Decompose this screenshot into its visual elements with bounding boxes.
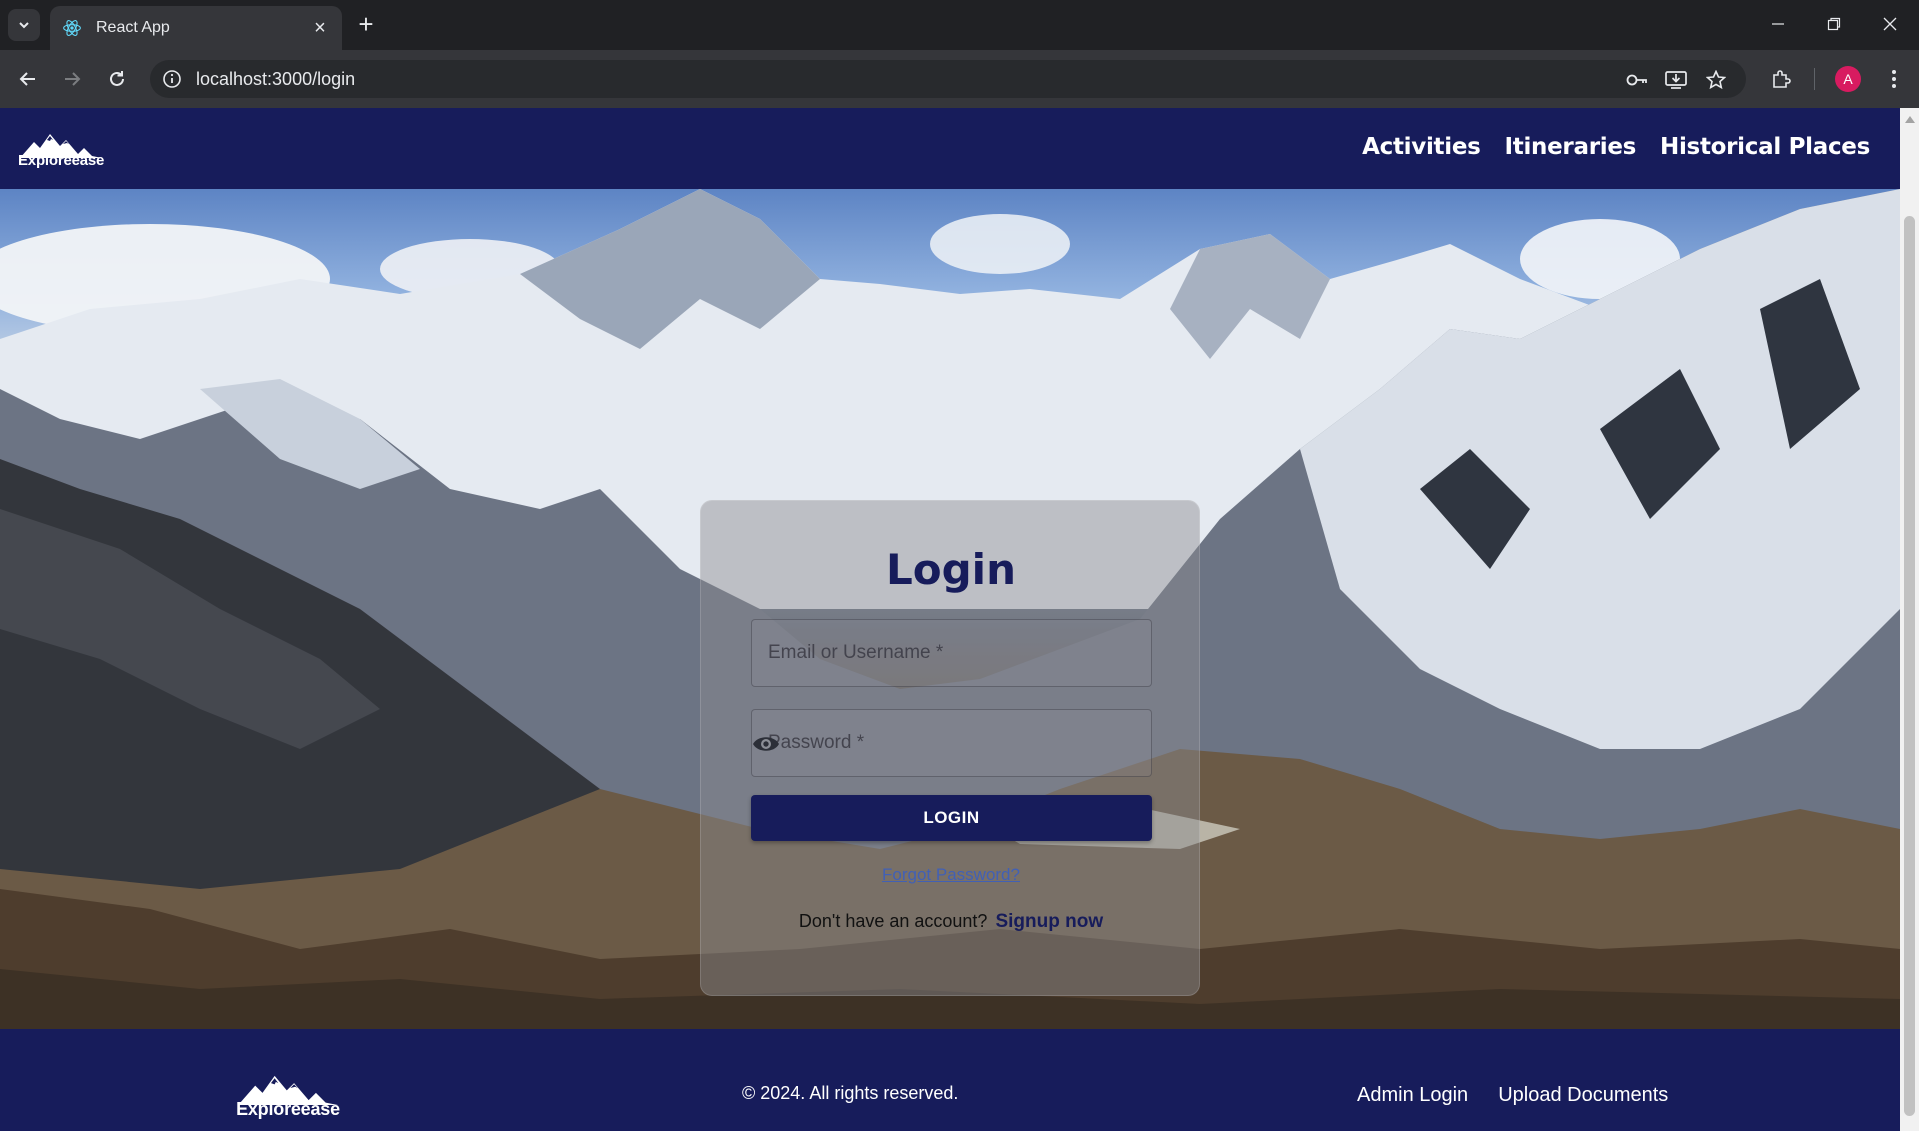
- profile-avatar[interactable]: A: [1835, 66, 1861, 92]
- page-viewport: Exploreease Activities Itineraries Histo…: [0, 108, 1900, 1131]
- email-input[interactable]: [752, 620, 1151, 686]
- more-vertical-icon: [1892, 70, 1896, 88]
- nav-link-historical-places[interactable]: Historical Places: [1660, 134, 1870, 160]
- install-app-icon[interactable]: [1665, 69, 1687, 91]
- tab-close-icon[interactable]: ×: [310, 17, 330, 40]
- forgot-password-link[interactable]: Forgot Password?: [882, 865, 1020, 884]
- info-icon[interactable]: [162, 69, 182, 89]
- chevron-down-icon: [19, 22, 29, 29]
- copyright-text: © 2024. All rights reserved.: [742, 1083, 959, 1103]
- nav-link-itineraries[interactable]: Itineraries: [1505, 134, 1637, 160]
- browser-tab[interactable]: React App ×: [50, 6, 342, 50]
- browser-toolbar: localhost:3000/login: [0, 50, 1919, 108]
- login-title: Login: [886, 545, 1016, 594]
- address-bar[interactable]: localhost:3000/login: [150, 60, 1746, 98]
- close-icon: [1883, 17, 1897, 31]
- toolbar-divider: [1814, 68, 1815, 90]
- browser-tab-bar: React App × +: [0, 0, 1919, 50]
- scrollbar-thumb[interactable]: [1904, 216, 1915, 1116]
- eye-icon[interactable]: [752, 732, 780, 756]
- password-input[interactable]: [752, 710, 1151, 776]
- mountain-background: Login LOGIN Forgot Password? Don't have …: [0, 189, 1900, 1029]
- password-field[interactable]: [751, 709, 1152, 777]
- minimize-icon: [1772, 23, 1784, 25]
- restore-icon: [1827, 17, 1841, 31]
- bookmark-star-icon[interactable]: [1705, 69, 1727, 91]
- logo-text: Exploreease: [18, 152, 105, 169]
- forgot-password-row: Forgot Password?: [701, 865, 1201, 885]
- nav-link-activities[interactable]: Activities: [1362, 134, 1481, 160]
- upload-documents-link[interactable]: Upload Documents: [1498, 1084, 1668, 1107]
- extensions-button[interactable]: [1765, 63, 1797, 95]
- signup-prompt: Don't have an account?: [798, 911, 988, 931]
- signup-link[interactable]: Signup now: [995, 911, 1103, 932]
- chrome-menu-button[interactable]: [1878, 63, 1910, 95]
- password-key-icon[interactable]: [1626, 69, 1648, 91]
- restore-button[interactable]: [1814, 8, 1854, 40]
- tab-search-button[interactable]: [8, 9, 40, 41]
- reload-icon: [110, 71, 124, 86]
- forward-button[interactable]: [56, 63, 88, 95]
- site-navbar: Exploreease Activities Itineraries Histo…: [0, 108, 1900, 189]
- tab-title: React App: [96, 19, 170, 36]
- signup-row: Don't have an account? Signup now: [701, 911, 1201, 933]
- close-window-button[interactable]: [1870, 8, 1910, 40]
- site-footer: Exploreease © 2024. All rights reserved.…: [0, 1029, 1900, 1131]
- arrow-left-icon: [19, 72, 35, 86]
- react-icon: [63, 20, 81, 36]
- login-button[interactable]: LOGIN: [751, 795, 1152, 841]
- site-logo[interactable]: Exploreease: [18, 130, 104, 169]
- minimize-button[interactable]: [1758, 8, 1798, 40]
- scroll-up-arrow-icon[interactable]: [1905, 116, 1915, 123]
- login-card: Login LOGIN Forgot Password? Don't have …: [700, 500, 1200, 996]
- url-text[interactable]: localhost:3000/login: [196, 69, 355, 90]
- footer-links: Admin Login Upload Documents: [1357, 1084, 1668, 1107]
- arrow-right-icon: [65, 72, 81, 86]
- email-field[interactable]: [751, 619, 1152, 687]
- back-button[interactable]: [12, 63, 44, 95]
- nav-links: Activities Itineraries Historical Places: [1362, 134, 1870, 160]
- new-tab-button[interactable]: +: [352, 10, 380, 38]
- footer-logo[interactable]: Exploreease: [236, 1071, 340, 1120]
- puzzle-icon: [1773, 70, 1791, 88]
- admin-login-link[interactable]: Admin Login: [1357, 1084, 1468, 1107]
- footer-logo-text: Exploreease: [236, 1099, 340, 1119]
- page-scrollbar[interactable]: [1900, 108, 1919, 1131]
- reload-button[interactable]: [101, 63, 133, 95]
